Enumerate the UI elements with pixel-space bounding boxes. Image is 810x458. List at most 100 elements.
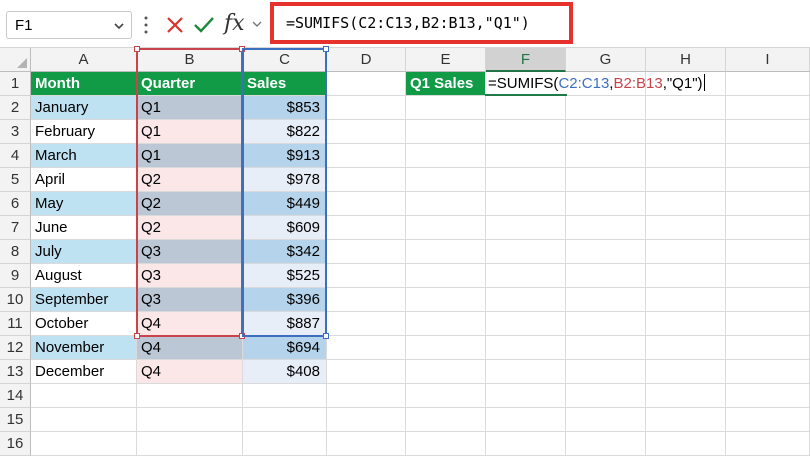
quarter-cell[interactable]: Q4 — [137, 312, 243, 336]
sales-cell[interactable]: $853 — [243, 96, 327, 120]
month-cell[interactable]: January — [31, 96, 137, 120]
cell-d14[interactable] — [327, 384, 406, 408]
cell-e8[interactable] — [406, 240, 486, 264]
cell-b15[interactable] — [137, 408, 243, 432]
row-header-2[interactable]: 2 — [0, 96, 31, 120]
q1-sales-label[interactable]: Q1 Sales — [406, 72, 486, 96]
cell-e16[interactable] — [406, 432, 486, 456]
cell-d11[interactable] — [327, 312, 406, 336]
column-header-b[interactable]: B — [137, 48, 243, 72]
cell-i8[interactable] — [726, 240, 810, 264]
month-cell[interactable]: December — [31, 360, 137, 384]
cell-e4[interactable] — [406, 144, 486, 168]
cell-h13[interactable] — [646, 360, 726, 384]
cell-f16[interactable] — [486, 432, 566, 456]
quarter-cell[interactable]: Q2 — [137, 168, 243, 192]
row-header-13[interactable]: 13 — [0, 360, 31, 384]
sales-cell[interactable]: $396 — [243, 288, 327, 312]
more-options-icon[interactable] — [144, 15, 148, 35]
cell-d4[interactable] — [327, 144, 406, 168]
cell-h10[interactable] — [646, 288, 726, 312]
month-cell[interactable]: August — [31, 264, 137, 288]
column-header-g[interactable]: G — [566, 48, 646, 72]
cell-f5[interactable] — [486, 168, 566, 192]
cell-g7[interactable] — [566, 216, 646, 240]
row-header-14[interactable]: 14 — [0, 384, 31, 408]
row-header-6[interactable]: 6 — [0, 192, 31, 216]
cell-e2[interactable] — [406, 96, 486, 120]
sales-cell[interactable]: $694 — [243, 336, 327, 360]
cell-h16[interactable] — [646, 432, 726, 456]
cell-e9[interactable] — [406, 264, 486, 288]
cell-f15[interactable] — [486, 408, 566, 432]
cell-i9[interactable] — [726, 264, 810, 288]
cell-h9[interactable] — [646, 264, 726, 288]
row-header-5[interactable]: 5 — [0, 168, 31, 192]
cell-b14[interactable] — [137, 384, 243, 408]
row-header-11[interactable]: 11 — [0, 312, 31, 336]
cell-c14[interactable] — [243, 384, 327, 408]
quarter-cell[interactable]: Q3 — [137, 240, 243, 264]
column-header-h[interactable]: H — [646, 48, 726, 72]
cell-b16[interactable] — [137, 432, 243, 456]
select-all-corner[interactable] — [0, 48, 31, 72]
cell-f3[interactable] — [486, 120, 566, 144]
row-header-3[interactable]: 3 — [0, 120, 31, 144]
sales-cell[interactable]: $449 — [243, 192, 327, 216]
sales-cell[interactable]: $408 — [243, 360, 327, 384]
cell-h14[interactable] — [646, 384, 726, 408]
cell-f12[interactable] — [486, 336, 566, 360]
sales-cell[interactable]: $913 — [243, 144, 327, 168]
cell-i7[interactable] — [726, 216, 810, 240]
column-header-c[interactable]: C — [243, 48, 327, 72]
column-header-a[interactable]: A — [31, 48, 137, 72]
column-header-f[interactable]: F — [486, 48, 566, 72]
row-header-4[interactable]: 4 — [0, 144, 31, 168]
cell-a15[interactable] — [31, 408, 137, 432]
sales-cell[interactable]: $978 — [243, 168, 327, 192]
active-cell-f1-editor[interactable]: =SUMIFS(C2:C13,B2:B13,"Q1") — [485, 72, 705, 96]
cell-i16[interactable] — [726, 432, 810, 456]
cell-g10[interactable] — [566, 288, 646, 312]
cell-d16[interactable] — [327, 432, 406, 456]
cell-d3[interactable] — [327, 120, 406, 144]
table-header-month[interactable]: Month — [31, 72, 137, 96]
column-header-i[interactable]: I — [726, 48, 810, 72]
cell-h4[interactable] — [646, 144, 726, 168]
cell-i5[interactable] — [726, 168, 810, 192]
quarter-cell[interactable]: Q1 — [137, 96, 243, 120]
cell-f9[interactable] — [486, 264, 566, 288]
cell-d2[interactable] — [327, 96, 406, 120]
cell-g6[interactable] — [566, 192, 646, 216]
cell-i3[interactable] — [726, 120, 810, 144]
cell-e3[interactable] — [406, 120, 486, 144]
cell-a14[interactable] — [31, 384, 137, 408]
cell-i13[interactable] — [726, 360, 810, 384]
cell-f8[interactable] — [486, 240, 566, 264]
formula-input[interactable]: =SUMIFS(C2:C13,B2:B13,"Q1") — [270, 2, 573, 44]
cell-c16[interactable] — [243, 432, 327, 456]
name-box[interactable]: F1 — [6, 11, 132, 39]
cell-d7[interactable] — [327, 216, 406, 240]
cell-e10[interactable] — [406, 288, 486, 312]
cell-i14[interactable] — [726, 384, 810, 408]
sales-cell[interactable]: $822 — [243, 120, 327, 144]
cell-h8[interactable] — [646, 240, 726, 264]
cell-d10[interactable] — [327, 288, 406, 312]
cell-i12[interactable] — [726, 336, 810, 360]
enter-check-icon[interactable] — [192, 14, 216, 36]
cell-f2[interactable] — [486, 96, 566, 120]
month-cell[interactable]: November — [31, 336, 137, 360]
cell-g14[interactable] — [566, 384, 646, 408]
cell-i11[interactable] — [726, 312, 810, 336]
cell-e5[interactable] — [406, 168, 486, 192]
column-header-e[interactable]: E — [406, 48, 486, 72]
row-header-9[interactable]: 9 — [0, 264, 31, 288]
cell-f7[interactable] — [486, 216, 566, 240]
cell-e12[interactable] — [406, 336, 486, 360]
cell-g11[interactable] — [566, 312, 646, 336]
cell-h11[interactable] — [646, 312, 726, 336]
cell-h15[interactable] — [646, 408, 726, 432]
cell-g2[interactable] — [566, 96, 646, 120]
row-header-8[interactable]: 8 — [0, 240, 31, 264]
